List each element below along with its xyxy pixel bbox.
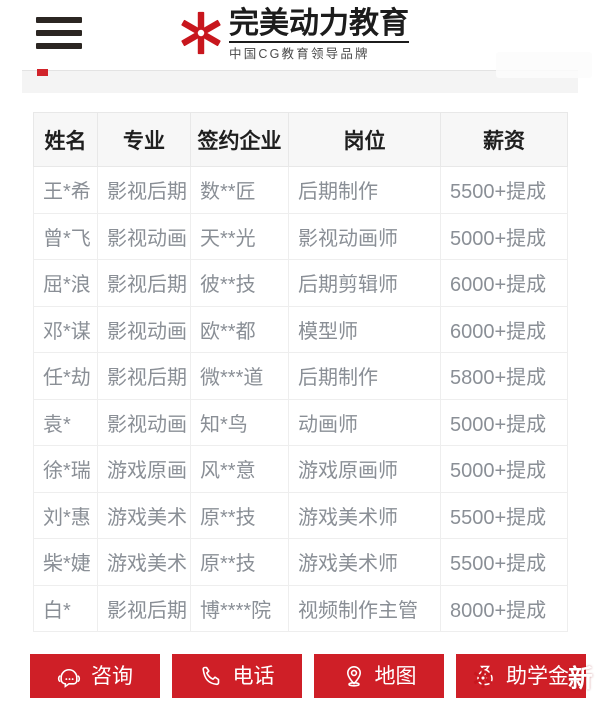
cell-company: 微***道 bbox=[190, 352, 289, 400]
cell-company: 欧**都 bbox=[190, 305, 289, 353]
page-root: 完美动力教育 中国CG教育领导品牌 姓名 专业 签约企业 岗位 薪资 王*希 影视… bbox=[0, 0, 600, 707]
red-marker bbox=[37, 69, 48, 76]
table-row: 刘*惠 游戏美术 原**技 游戏美术师 5500+提成 bbox=[33, 491, 568, 539]
cell-company: 原**技 bbox=[190, 491, 289, 539]
cell-salary: 5000+提成 bbox=[440, 212, 568, 260]
money-bag-icon bbox=[477, 665, 493, 686]
cell-name: 曾*飞 bbox=[33, 212, 98, 260]
cell-company: 风**意 bbox=[190, 445, 289, 493]
cell-position: 游戏美术师 bbox=[288, 491, 441, 539]
employment-table: 姓名 专业 签约企业 岗位 薪资 王*希 影视后期 数**匠 后期制作 5500+提成曾… bbox=[33, 112, 568, 632]
table-row: 曾*飞 影视动画 天**光 影视动画师 5000+提成 bbox=[33, 212, 568, 260]
cell-company: 博****院 bbox=[190, 584, 289, 632]
cell-position: 后期制作 bbox=[288, 352, 441, 400]
table-body: 王*希 影视后期 数**匠 后期制作 5500+提成 曾*飞 影视动画 天**光 影视动画师 50… bbox=[33, 166, 568, 632]
logo-subtitle: 中国CG教育领导品牌 bbox=[229, 47, 370, 61]
table-row: 屈*浪 影视后期 彼**技 后期剪辑师 6000+提成 bbox=[33, 259, 568, 307]
cell-major: 游戏美术 bbox=[97, 538, 191, 586]
cell-company: 天**光 bbox=[190, 212, 289, 260]
cell-name: 徐*瑞 bbox=[33, 445, 98, 493]
watermark-character: 新 bbox=[568, 665, 594, 693]
phone-button[interactable]: 电话 bbox=[172, 654, 302, 698]
scholarship-button[interactable]: 助学金 新 bbox=[456, 654, 593, 698]
cell-position: 动画师 bbox=[288, 398, 441, 446]
cell-major: 影视后期 bbox=[97, 584, 191, 632]
logo-title: 完美动力教育 bbox=[229, 8, 409, 43]
consult-button-label: 咨询 bbox=[91, 664, 133, 688]
table-row: 王*希 影视后期 数**匠 后期制作 5500+提成 bbox=[33, 166, 568, 214]
cell-name: 袁* bbox=[33, 398, 98, 446]
cell-salary: 5000+提成 bbox=[440, 398, 568, 446]
logo-text-block: 完美动力教育 中国CG教育领导品牌 bbox=[229, 8, 409, 62]
cell-salary: 5500+提成 bbox=[440, 491, 568, 539]
table-row: 白* 影视后期 博****院 视频制作主管 8000+提成 bbox=[33, 584, 568, 632]
cell-salary: 5800+提成 bbox=[440, 352, 568, 400]
cell-position: 游戏美术师 bbox=[288, 538, 441, 586]
cell-name: 邓*谋 bbox=[33, 305, 98, 353]
table-row: 邓*谋 影视动画 欧**都 模型师 6000+提成 bbox=[33, 305, 568, 353]
cell-position: 影视动画师 bbox=[288, 212, 441, 260]
cell-company: 原**技 bbox=[190, 538, 289, 586]
cell-company: 知*鸟 bbox=[190, 398, 289, 446]
cell-salary: 6000+提成 bbox=[440, 305, 568, 353]
cell-name: 屈*浪 bbox=[33, 259, 98, 307]
column-header-company: 签约企业 bbox=[190, 112, 289, 167]
cell-name: 刘*惠 bbox=[33, 491, 98, 539]
column-header-salary: 薪资 bbox=[440, 112, 568, 167]
cell-name: 白* bbox=[33, 584, 98, 632]
table-row: 徐*瑞 游戏原画 风**意 游戏原画师 5000+提成 bbox=[33, 445, 568, 493]
hamburger-bar bbox=[36, 43, 82, 49]
cell-position: 游戏原画师 bbox=[288, 445, 441, 493]
site-logo[interactable]: 完美动力教育 中国CG教育领导品牌 bbox=[178, 8, 409, 62]
column-header-major: 专业 bbox=[97, 112, 191, 167]
cell-major: 影视动画 bbox=[97, 305, 191, 353]
content-top-strip bbox=[22, 71, 578, 93]
bottom-action-bar: 咨询 电话 地图 助学金 新 bbox=[0, 645, 600, 707]
map-button[interactable]: 地图 bbox=[314, 654, 444, 698]
cell-major: 影视后期 bbox=[97, 352, 191, 400]
cell-name: 柴*婕 bbox=[33, 538, 98, 586]
cell-major: 影视后期 bbox=[97, 166, 191, 214]
phone-button-label: 电话 bbox=[232, 664, 275, 688]
table-row: 柴*婕 游戏美术 原**技 游戏美术师 5500+提成 bbox=[33, 538, 568, 586]
cell-position: 模型师 bbox=[288, 305, 441, 353]
cell-major: 游戏美术 bbox=[97, 491, 191, 539]
cell-salary: 5500+提成 bbox=[440, 538, 568, 586]
cell-position: 后期制作 bbox=[288, 166, 441, 214]
scholarship-button-label: 助学金 bbox=[506, 664, 569, 688]
cell-position: 后期剪辑师 bbox=[288, 259, 441, 307]
cell-company: 彼**技 bbox=[190, 259, 289, 307]
cell-position: 视频制作主管 bbox=[288, 584, 441, 632]
red-asterisk-star-icon bbox=[181, 11, 221, 55]
hamburger-menu-icon[interactable] bbox=[36, 17, 82, 49]
location-pin-icon bbox=[346, 665, 361, 687]
corner-watermark bbox=[496, 52, 592, 78]
column-header-position: 岗位 bbox=[288, 112, 441, 167]
cell-major: 影视动画 bbox=[97, 398, 191, 446]
cell-name: 王*希 bbox=[33, 166, 98, 214]
phone-icon bbox=[201, 666, 219, 686]
consult-button[interactable]: 咨询 bbox=[30, 654, 160, 698]
headset-chat-icon bbox=[57, 668, 81, 688]
cell-major: 影视动画 bbox=[97, 212, 191, 260]
cell-salary: 5500+提成 bbox=[440, 166, 568, 214]
table-head: 姓名 专业 签约企业 岗位 薪资 bbox=[33, 112, 568, 167]
table-row: 任*劫 影视后期 微***道 后期制作 5800+提成 bbox=[33, 352, 568, 400]
hamburger-bar bbox=[36, 17, 82, 23]
employment-table-container: 姓名 专业 签约企业 岗位 薪资 王*希 影视后期 数**匠 后期制作 5500+提成曾… bbox=[33, 112, 568, 632]
cell-major: 游戏原画 bbox=[97, 445, 191, 493]
table-header-row: 姓名 专业 签约企业 岗位 薪资 bbox=[33, 112, 568, 167]
cell-salary: 5000+提成 bbox=[440, 445, 568, 493]
table-row: 袁* 影视动画 知*鸟 动画师 5000+提成 bbox=[33, 398, 568, 446]
hamburger-bar bbox=[36, 30, 82, 36]
cell-company: 数**匠 bbox=[190, 166, 289, 214]
map-button-label: 地图 bbox=[374, 664, 417, 688]
cell-salary: 6000+提成 bbox=[440, 259, 568, 307]
cell-name: 任*劫 bbox=[33, 352, 98, 400]
cell-salary: 8000+提成 bbox=[440, 584, 568, 632]
cell-major: 影视后期 bbox=[97, 259, 191, 307]
column-header-name: 姓名 bbox=[33, 112, 98, 167]
